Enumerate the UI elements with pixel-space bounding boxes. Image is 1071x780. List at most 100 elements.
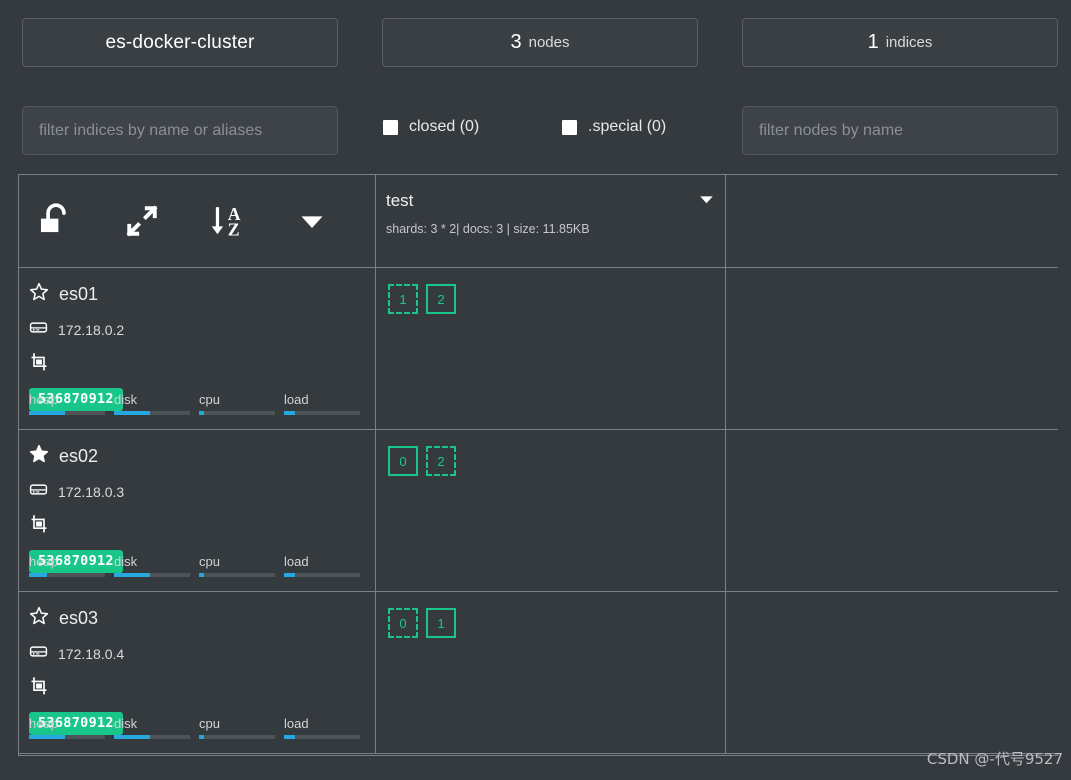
node-cell[interactable]: es03 172.18.0.4 536870912 heap disk cpu …: [19, 592, 376, 753]
node-shards-cell: 02: [376, 430, 726, 591]
cluster-name-label: es-docker-cluster: [105, 31, 255, 53]
metric-track: [284, 411, 360, 415]
closed-checkbox-label: closed (0): [409, 118, 480, 135]
grid-header-empty-cell: [726, 175, 1058, 267]
index-header-cell[interactable]: test shards: 3 * 2| docs: 3 | size: 11.8…: [376, 175, 726, 267]
node-ip-label: 172.18.0.3: [58, 484, 125, 500]
metric-label: cpu: [199, 716, 220, 731]
node-metrics: heap disk cpu load: [29, 392, 360, 415]
node-ip-label: 172.18.0.4: [58, 646, 125, 662]
metric-track: [284, 735, 360, 739]
node-shards-cell: 12: [376, 268, 726, 429]
metric-heap: heap: [29, 392, 105, 415]
node-name-label: es01: [59, 284, 99, 304]
metric-track: [114, 573, 190, 577]
metric-fill: [199, 573, 205, 577]
metric-track: [199, 411, 275, 415]
nodes-count-button[interactable]: 3 nodes: [382, 18, 698, 67]
metric-track: [29, 573, 105, 577]
metric-label: disk: [114, 554, 138, 569]
shard-replica[interactable]: 0: [388, 608, 418, 638]
svg-text:Z: Z: [228, 219, 240, 239]
crop-icon[interactable]: [29, 353, 49, 376]
metric-fill: [114, 411, 150, 415]
metric-track: [114, 735, 190, 739]
metric-track: [284, 573, 360, 577]
metric-fill: [284, 735, 295, 739]
metric-fill: [199, 411, 205, 415]
metric-fill: [29, 735, 66, 739]
metric-label: disk: [114, 716, 138, 731]
grid-toolbar-cell: A Z: [19, 175, 376, 267]
metric-label: load: [284, 554, 309, 569]
filter-bar: closed (0) .special (0): [0, 106, 1071, 156]
metric-fill: [29, 573, 48, 577]
crop-icon[interactable]: [29, 515, 49, 538]
metric-disk: disk: [114, 554, 190, 577]
unlock-icon[interactable]: [37, 202, 75, 240]
metric-label: cpu: [199, 392, 220, 407]
metric-fill: [284, 573, 295, 577]
sort-az-icon[interactable]: A Z: [209, 201, 249, 241]
metric-heap: heap: [29, 716, 105, 739]
node-shards-cell: 01: [376, 592, 726, 753]
filter-nodes-input[interactable]: [742, 106, 1058, 155]
node-name-label: es03: [59, 608, 99, 628]
grid-node-row: es01 172.18.0.2 536870912 heap disk cpu …: [19, 268, 1058, 430]
node-name-label: es02: [59, 446, 99, 466]
star-outline-icon[interactable]: [29, 606, 49, 631]
checkbox-icon[interactable]: [383, 119, 398, 135]
node-cell[interactable]: es01 172.18.0.2 536870912 heap disk cpu …: [19, 268, 376, 429]
metric-label: load: [284, 716, 309, 731]
metric-track: [199, 735, 275, 739]
metric-load: load: [284, 554, 360, 577]
app-root: es-docker-cluster 3 nodes 1 indices clos…: [0, 0, 1071, 780]
shard-replica[interactable]: 1: [388, 284, 418, 314]
metric-heap: heap: [29, 554, 105, 577]
server-icon: [29, 318, 48, 342]
metric-cpu: cpu: [199, 716, 275, 739]
nodes-count-value: 3: [510, 31, 522, 53]
metric-fill: [199, 735, 205, 739]
star-filled-icon[interactable]: [29, 444, 49, 469]
metric-track: [29, 411, 105, 415]
metric-track: [199, 573, 275, 577]
metric-label: disk: [114, 392, 138, 407]
grid-toolbar: A Z: [19, 175, 375, 267]
summary-bar: es-docker-cluster 3 nodes 1 indices: [0, 18, 1071, 72]
server-icon: [29, 642, 48, 666]
checkbox-icon[interactable]: [562, 119, 577, 135]
filter-indices-input[interactable]: [22, 106, 338, 155]
node-cell[interactable]: es02 172.18.0.3 536870912 heap disk cpu …: [19, 430, 376, 591]
grid-node-row: es03 172.18.0.4 536870912 heap disk cpu …: [19, 592, 1058, 754]
metric-label: heap: [29, 554, 58, 569]
server-icon: [29, 480, 48, 504]
indices-count-label: indices: [885, 34, 933, 51]
index-name-label: test: [386, 191, 414, 210]
node-row-empty-cell: [726, 268, 1058, 429]
shard-replica[interactable]: 2: [426, 446, 456, 476]
nodes-count-label: nodes: [528, 34, 570, 51]
shard-primary[interactable]: 1: [426, 608, 456, 638]
star-outline-icon[interactable]: [29, 282, 49, 307]
node-row-empty-cell: [726, 430, 1058, 591]
indices-count-value: 1: [867, 31, 879, 53]
closed-checkbox-group[interactable]: closed (0): [383, 118, 479, 136]
metric-label: cpu: [199, 554, 220, 569]
caret-down-icon[interactable]: [698, 192, 715, 212]
metric-load: load: [284, 392, 360, 415]
crop-icon[interactable]: [29, 677, 49, 700]
indices-count-button[interactable]: 1 indices: [742, 18, 1058, 67]
metric-cpu: cpu: [199, 554, 275, 577]
caret-down-icon[interactable]: [298, 207, 326, 235]
shard-primary[interactable]: 0: [388, 446, 418, 476]
metric-cpu: cpu: [199, 392, 275, 415]
metric-label: heap: [29, 716, 58, 731]
metric-fill: [29, 411, 66, 415]
cluster-name-button[interactable]: es-docker-cluster: [22, 18, 338, 67]
special-checkbox-group[interactable]: .special (0): [562, 118, 666, 136]
metric-disk: disk: [114, 392, 190, 415]
node-ip-label: 172.18.0.2: [58, 322, 125, 338]
expand-icon[interactable]: [124, 203, 160, 239]
shard-primary[interactable]: 2: [426, 284, 456, 314]
